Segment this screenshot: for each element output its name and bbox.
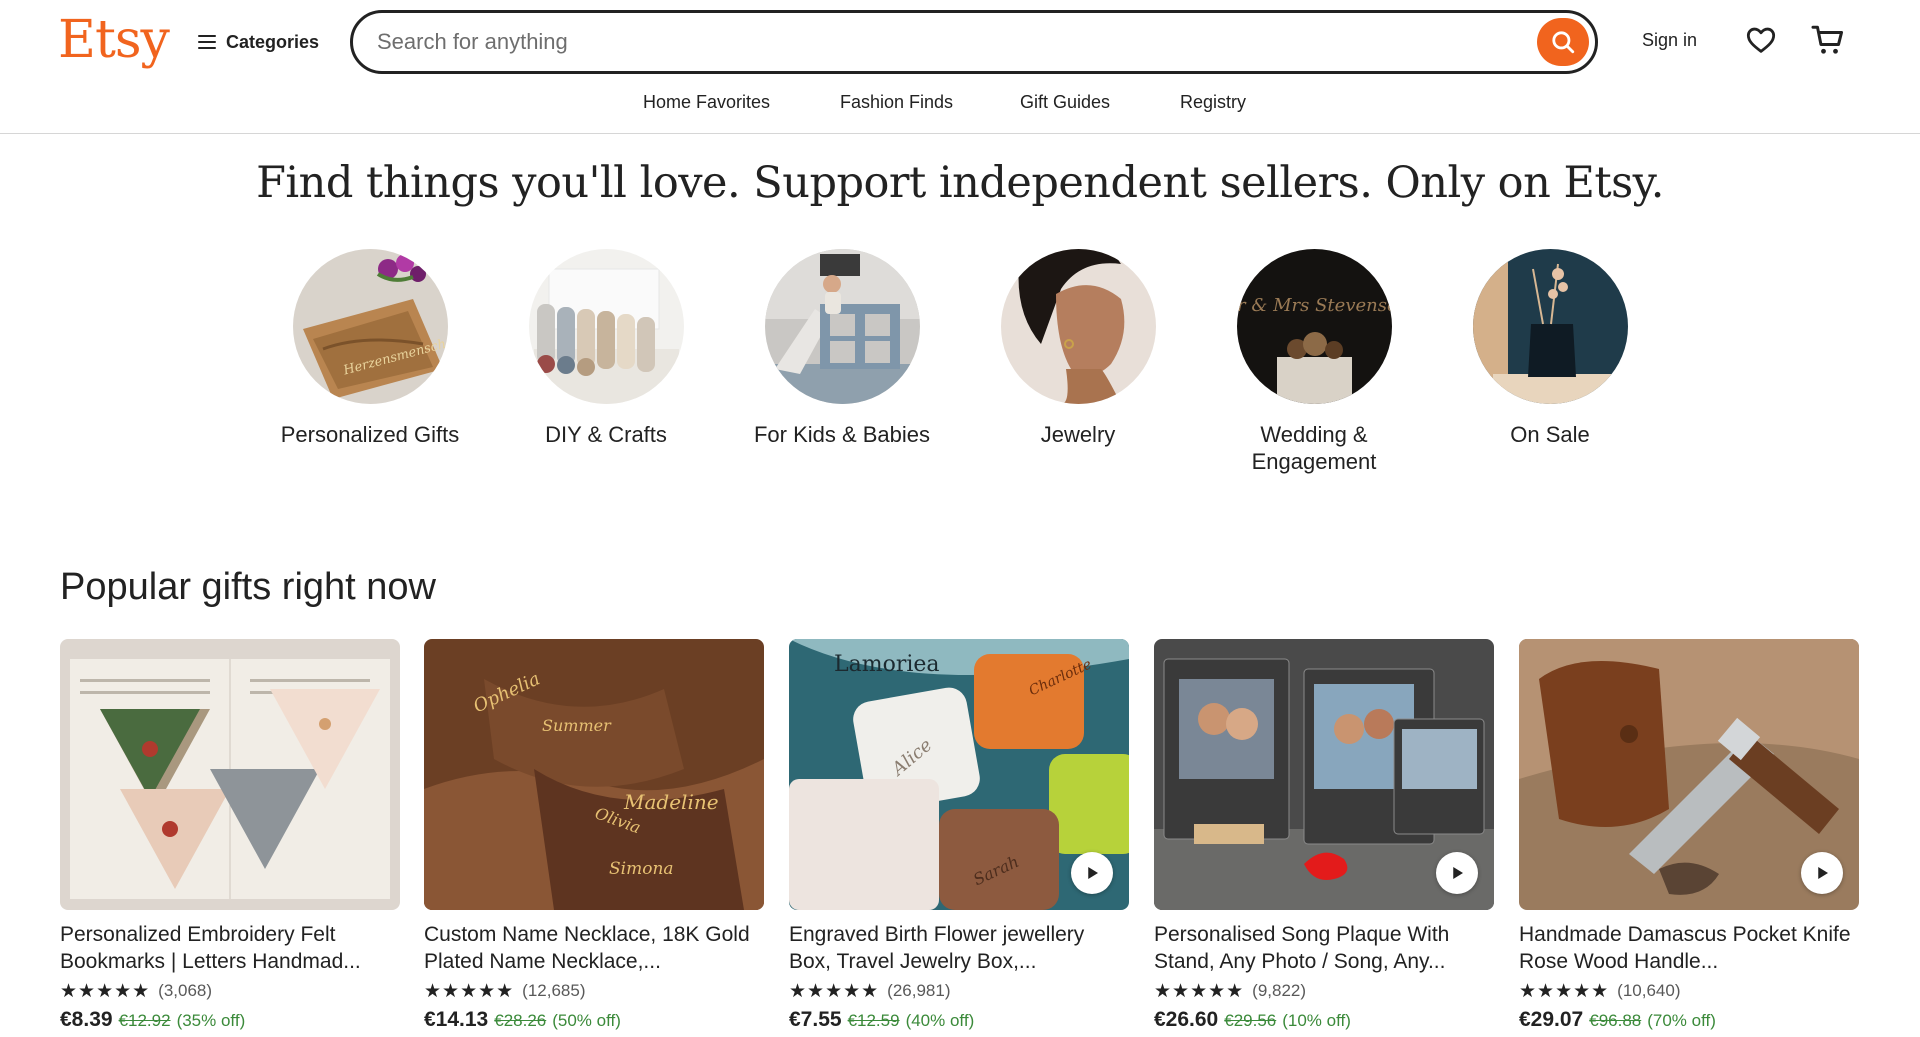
product-card[interactable]: Ophelia Summer Madeline Olivia Simona Cu… bbox=[424, 639, 764, 1032]
category-image: Herzensmensch bbox=[292, 249, 448, 404]
discount-label: (35% off) bbox=[176, 1011, 246, 1030]
category-wedding-engagement[interactable]: Mr & Mrs Stevenson Wedding & Engagement bbox=[1214, 249, 1414, 475]
cart-icon[interactable] bbox=[1810, 22, 1846, 58]
necklace-name-3: Madeline bbox=[623, 790, 719, 814]
category-personalized-gifts[interactable]: Herzensmensch Personalized Gifts bbox=[270, 249, 470, 448]
current-price: €26.60 bbox=[1154, 1008, 1219, 1031]
product-title[interactable]: Personalised Song Plaque With Stand, Any… bbox=[1154, 921, 1494, 975]
category-image bbox=[528, 249, 684, 404]
product-card[interactable]: Personalised Song Plaque With Stand, Any… bbox=[1154, 639, 1494, 1032]
star-rating-icon: ★★★★★ bbox=[1154, 980, 1245, 1002]
nav-registry[interactable]: Registry bbox=[1180, 92, 1246, 113]
original-price: €28.26 bbox=[494, 1011, 547, 1030]
product-price: €29.07 €96.88 (70% off) bbox=[1519, 1008, 1859, 1032]
categories-label: Categories bbox=[226, 31, 320, 52]
etsy-logo[interactable]: Etsy bbox=[58, 10, 170, 70]
category-image bbox=[1000, 249, 1156, 404]
product-title[interactable]: Personalized Embroidery Felt Bookmarks |… bbox=[60, 921, 400, 975]
cake-topper-text: Mr & Mrs Stevenson bbox=[1237, 295, 1392, 316]
heart-icon[interactable] bbox=[1745, 24, 1777, 56]
play-video-button[interactable] bbox=[1801, 852, 1843, 894]
original-price: €12.92 bbox=[118, 1011, 171, 1030]
search-icon bbox=[1552, 31, 1575, 54]
play-icon bbox=[1818, 867, 1828, 879]
product-rating: ★★★★★ (26,981) bbox=[789, 979, 1129, 1003]
discount-label: (40% off) bbox=[905, 1011, 975, 1030]
current-price: €29.07 bbox=[1519, 1008, 1584, 1031]
category-on-sale[interactable]: On Sale bbox=[1450, 249, 1650, 448]
product-rating: ★★★★★ (3,068) bbox=[60, 979, 400, 1003]
category-label: For Kids & Babies bbox=[753, 422, 931, 447]
brand-watermark: Lamoriea bbox=[834, 652, 940, 677]
star-rating-icon: ★★★★★ bbox=[424, 980, 515, 1002]
product-rating: ★★★★★ (12,685) bbox=[424, 979, 764, 1003]
categories-button[interactable]: Categories bbox=[198, 30, 319, 54]
category-label: Wedding & Engagement bbox=[1251, 422, 1377, 474]
secondary-nav: Home Favorites Fashion Finds Gift Guides… bbox=[0, 92, 1920, 118]
discount-label: (10% off) bbox=[1282, 1011, 1351, 1030]
original-price: €29.56 bbox=[1224, 1011, 1277, 1030]
review-count: (26,981) bbox=[887, 981, 951, 1000]
review-count: (3,068) bbox=[158, 981, 213, 1000]
search-bar bbox=[350, 10, 1598, 74]
play-video-button[interactable] bbox=[1436, 852, 1478, 894]
original-price: €96.88 bbox=[1589, 1011, 1642, 1030]
category-diy-crafts[interactable]: DIY & Crafts bbox=[506, 249, 706, 448]
product-price: €8.39 €12.92 (35% off) bbox=[60, 1008, 400, 1032]
product-image[interactable] bbox=[1154, 639, 1494, 910]
product-rating: ★★★★★ (9,822) bbox=[1154, 979, 1494, 1003]
nav-home-favorites[interactable]: Home Favorites bbox=[643, 92, 770, 113]
section-heading: Popular gifts right now bbox=[60, 566, 436, 608]
discount-label: (50% off) bbox=[552, 1011, 621, 1030]
play-icon bbox=[1088, 867, 1098, 879]
nav-fashion-finds[interactable]: Fashion Finds bbox=[840, 92, 953, 113]
play-icon bbox=[1453, 867, 1463, 879]
category-jewelry[interactable]: Jewelry bbox=[978, 249, 1178, 448]
current-price: €14.13 bbox=[424, 1008, 489, 1031]
product-card[interactable]: Personalized Embroidery Felt Bookmarks |… bbox=[60, 639, 400, 1032]
product-image[interactable]: Lamoriea Alice Charlotte Sarah bbox=[789, 639, 1129, 910]
product-image[interactable]: Ophelia Summer Madeline Olivia Simona bbox=[424, 639, 764, 910]
product-title[interactable]: Custom Name Necklace, 18K Gold Plated Na… bbox=[424, 921, 764, 975]
category-kids-babies[interactable]: For Kids & Babies bbox=[742, 249, 942, 448]
star-rating-icon: ★★★★★ bbox=[789, 980, 880, 1002]
review-count: (12,685) bbox=[522, 981, 586, 1000]
star-rating-icon: ★★★★★ bbox=[1519, 980, 1610, 1002]
hamburger-icon bbox=[198, 35, 216, 49]
category-label: Personalized Gifts bbox=[280, 422, 460, 447]
product-card[interactable]: Handmade Damascus Pocket Knife Rose Wood… bbox=[1519, 639, 1859, 1032]
category-label: Jewelry bbox=[1040, 422, 1116, 447]
necklace-name-2: Summer bbox=[542, 716, 612, 735]
nav-gift-guides[interactable]: Gift Guides bbox=[1020, 92, 1110, 113]
review-count: (10,640) bbox=[1617, 981, 1681, 1000]
search-input[interactable] bbox=[377, 13, 1497, 71]
original-price: €12.59 bbox=[847, 1011, 900, 1030]
category-label: DIY & Crafts bbox=[545, 422, 667, 447]
category-image bbox=[764, 249, 920, 404]
product-image[interactable] bbox=[1519, 639, 1859, 910]
product-price: €7.55 €12.59 (40% off) bbox=[789, 1008, 1129, 1032]
play-video-button[interactable] bbox=[1071, 852, 1113, 894]
category-image: Mr & Mrs Stevenson bbox=[1236, 249, 1392, 404]
product-price: €14.13 €28.26 (50% off) bbox=[424, 1008, 764, 1032]
search-button[interactable] bbox=[1537, 18, 1589, 66]
category-label: On Sale bbox=[1510, 422, 1590, 447]
product-title[interactable]: Engraved Birth Flower jewellery Box, Tra… bbox=[789, 921, 1129, 975]
current-price: €8.39 bbox=[60, 1008, 113, 1031]
product-image[interactable] bbox=[60, 639, 400, 910]
product-price: €26.60 €29.56 (10% off) bbox=[1154, 1008, 1494, 1032]
review-count: (9,822) bbox=[1252, 981, 1307, 1000]
hero-heading: Find things you'll love. Support indepen… bbox=[256, 158, 1664, 208]
site-header: Etsy Categories Sign in Home Favorites F… bbox=[0, 0, 1920, 134]
star-rating-icon: ★★★★★ bbox=[60, 980, 151, 1002]
category-image bbox=[1472, 249, 1628, 404]
sign-in-link[interactable]: Sign in bbox=[1642, 30, 1697, 51]
current-price: €7.55 bbox=[789, 1008, 842, 1031]
product-rating: ★★★★★ (10,640) bbox=[1519, 979, 1859, 1003]
product-title[interactable]: Handmade Damascus Pocket Knife Rose Wood… bbox=[1519, 921, 1859, 975]
necklace-name-5: Simona bbox=[609, 859, 674, 879]
product-card[interactable]: Lamoriea Alice Charlotte Sarah Engraved … bbox=[789, 639, 1129, 1032]
discount-label: (70% off) bbox=[1647, 1011, 1716, 1030]
